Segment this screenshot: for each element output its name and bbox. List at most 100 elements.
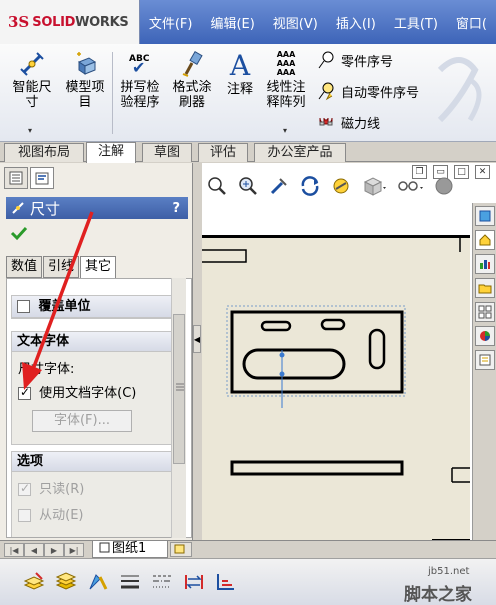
task-pane-solidworks-resources[interactable] [475,206,495,226]
menu-edit[interactable]: 编辑(E) [201,13,263,32]
task-pane-design-library[interactable] [475,254,495,274]
menu-insert[interactable]: 插入(I) [327,13,385,32]
panel-scrollbar-thumb[interactable] [173,314,185,464]
task-pane-home[interactable] [475,230,495,250]
section-view-icon[interactable] [330,175,352,197]
format-painter-button[interactable]: 格式涂 刷器 [168,50,216,110]
balloon-button[interactable]: 零件序号 [316,50,393,70]
hide-show-items-icon[interactable] [396,175,424,197]
hide-show-edges-icon[interactable] [182,571,206,593]
text-font-group-title: 文本字体 [12,332,174,352]
subtab-other[interactable]: 其它 [80,256,117,279]
command-manager-tabs: 视图布局 注解 草图 评估 办公室产品 [0,142,496,163]
graphics-area[interactable]: ❐ ▭ □ ✕ [202,163,496,543]
subtab-value[interactable]: 数值 [6,256,43,278]
use-document-font-row[interactable]: 使用文档字体(C) [18,382,136,401]
tab-sketch[interactable]: 草图 [142,143,192,162]
line-style-icon[interactable] [150,571,174,593]
rotate-view-icon[interactable] [299,175,321,197]
task-pane-view-palette[interactable] [475,302,495,322]
magnet-icon [319,117,333,126]
sheet-tab-label: 图纸1 [112,541,147,556]
format-painter-label-1: 格式涂 [172,80,212,95]
font-button[interactable]: 字体(F)... [32,410,132,432]
smart-dimension-button[interactable]: 智能尺 寸 [6,50,58,110]
solidworks-logo[interactable]: 3S SOLIDWORKS [0,0,140,44]
property-manager-tab[interactable] [30,167,54,189]
driven-row[interactable]: 从动(E) [18,504,84,523]
prev-sheet-button[interactable]: ◀ [24,543,44,557]
task-pane [472,203,496,540]
driven-checkbox[interactable] [18,509,31,522]
task-pane-file-explorer[interactable] [475,278,495,298]
format-painter-label-2: 刷器 [178,95,205,110]
magnetic-line-label: 磁力线 [341,116,381,132]
layer-icon[interactable] [54,571,78,593]
add-sheet-button[interactable] [170,542,192,557]
drawing-view[interactable] [202,238,470,543]
auto-balloon-button[interactable]: 自动零件序号 [316,81,419,101]
line-thickness-icon[interactable] [118,571,142,593]
spell-checker-label-1: 拼写检 [120,80,160,95]
help-button[interactable]: ? [172,201,180,216]
sheet-tab-bar: |◀ ◀ ▶ ▶| 图纸1 [0,540,496,558]
task-pane-custom-properties[interactable] [475,350,495,370]
last-sheet-button[interactable]: ▶| [64,543,84,557]
dimension-subtabs: 数值 引线 其它 [6,256,117,279]
panel-scrollbar[interactable] [171,278,186,538]
color-display-mode-icon[interactable] [214,571,238,593]
previous-view-icon[interactable] [268,175,290,197]
next-sheet-button[interactable]: ▶ [44,543,64,557]
linear-note-pattern-dropdown[interactable]: ▾ [283,126,287,135]
tab-evaluate[interactable]: 评估 [198,143,248,162]
spell-checker-button[interactable]: ABC ✔ 拼写检 验程序 [116,50,164,110]
view-palette-icon [478,305,492,319]
first-sheet-button[interactable]: |◀ [4,543,24,557]
note-button[interactable]: A 注释 [220,52,260,98]
smart-dimension-icon [20,52,44,76]
tab-annotation[interactable]: 注解 [86,142,136,163]
spell-checker-icon: ABC ✔ [129,54,150,77]
smart-dimension-dropdown[interactable]: ▾ [28,126,32,135]
panel-collapse-handle[interactable]: ◀ [193,325,201,353]
magnetic-line-button[interactable]: 磁力线 [316,112,380,132]
folder-icon [478,284,492,294]
display-style-icon[interactable] [361,175,387,197]
smart-dimension-label-1: 智能尺 [12,80,52,95]
menu-window[interactable]: 窗口( [447,13,496,32]
line-color-icon[interactable] [86,571,110,593]
use-document-font-checkbox[interactable] [18,385,31,400]
layer-properties-icon[interactable] [22,571,46,593]
subtab-leader[interactable]: 引线 [43,256,80,278]
zoom-to-area-icon[interactable] [237,175,259,197]
linear-note-pattern-button[interactable]: AAA AAA AAA 线性注 释阵列 [262,50,310,110]
task-pane-appearances[interactable] [475,326,495,346]
logo-text: SOLIDWORKS [32,14,129,30]
override-units-checkbox[interactable] [17,300,30,313]
grip-icon [176,383,184,391]
tab-office-products[interactable]: 办公室产品 [254,143,346,162]
tab-view-layout[interactable]: 视图布局 [4,143,84,162]
menu-view[interactable]: 视图(V) [264,13,327,32]
close-window-icon[interactable]: ✕ [475,165,490,179]
drawing-sheet[interactable] [202,235,470,543]
zoom-to-fit-icon[interactable] [206,175,228,197]
sheet-tab-1[interactable]: 图纸1 [92,541,168,558]
options-group-title: 选项 [12,452,174,472]
other-tab-body: 覆盖单位 文本字体 尺寸字体: 使用文档字体(C) 字体(F)... 选项 只读… [6,278,192,538]
panel-tab-strip [4,167,56,189]
ok-button[interactable] [10,225,28,244]
read-only-checkbox[interactable] [18,481,31,496]
menu-tools[interactable]: 工具(T) [385,13,447,32]
read-only-row[interactable]: 只读(R) [18,478,84,497]
model-items-button[interactable]: 模型项 目 [62,50,108,110]
use-document-font-label: 使用文档字体(C) [39,386,137,401]
spell-checker-label-2: 验程序 [120,95,160,110]
home-icon [479,234,491,246]
appearance-scene-icon[interactable] [433,175,455,197]
ok-check-icon [10,226,28,241]
property-manager-title: 尺寸 [30,199,61,218]
note-label: 注释 [226,82,253,97]
feature-manager-tab[interactable] [4,167,28,189]
menu-file[interactable]: 文件(F) [140,13,202,32]
